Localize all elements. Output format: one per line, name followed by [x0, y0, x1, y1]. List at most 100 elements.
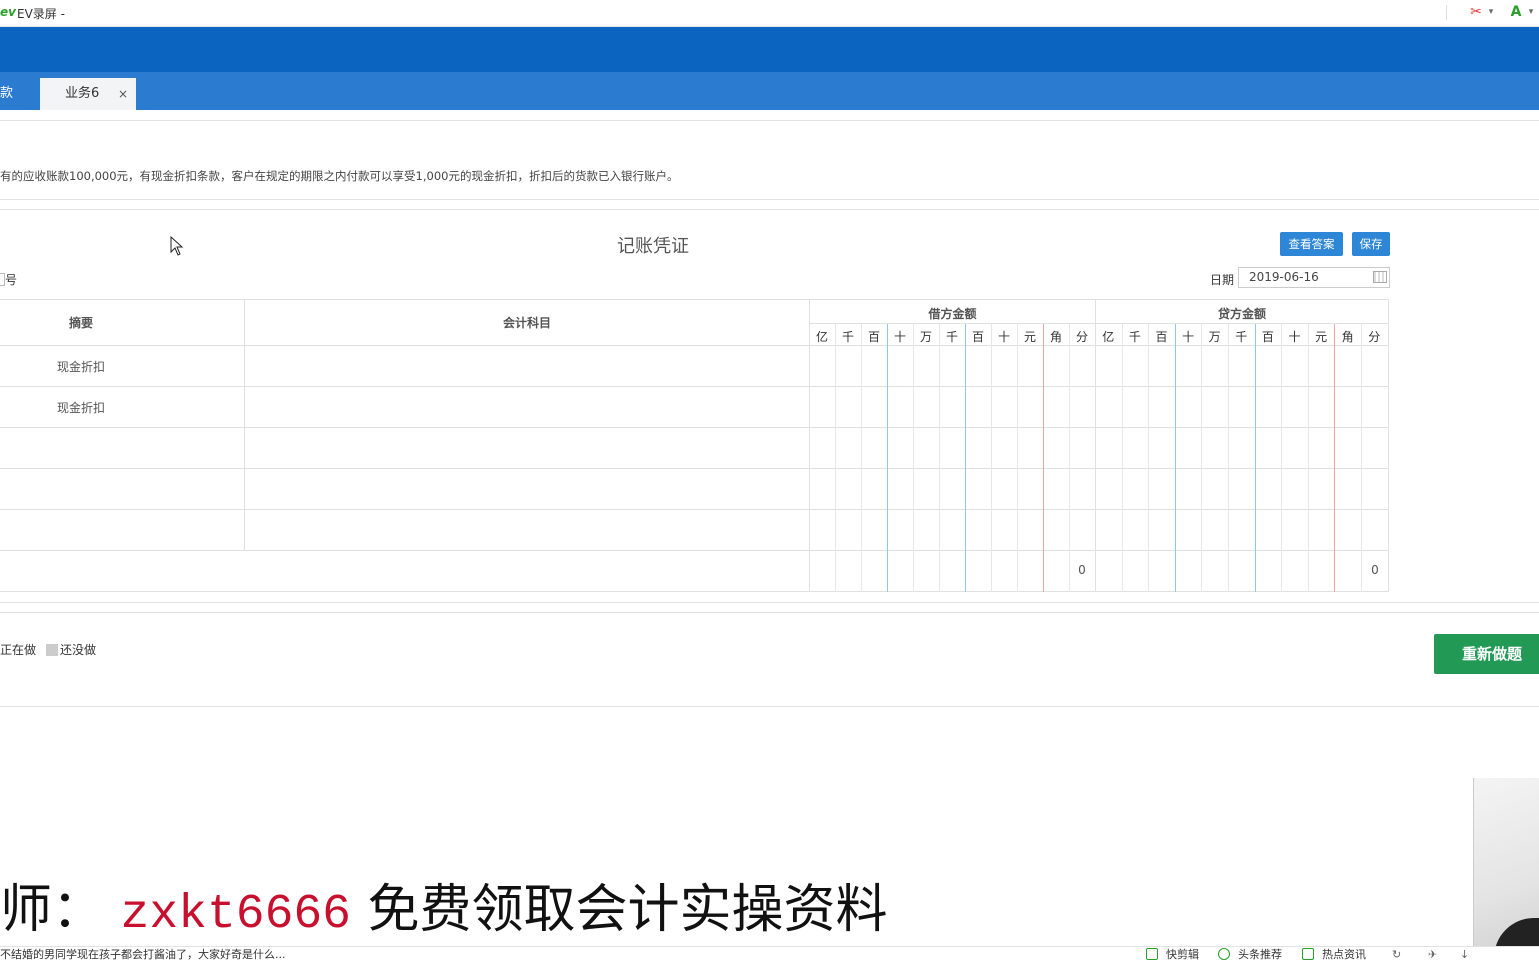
debit-digit-header: 亿: [815, 330, 828, 344]
debit-digit-header: 十: [893, 330, 906, 344]
credit-digit-header: 十: [1182, 330, 1195, 344]
credit-digit-separator: [1334, 324, 1335, 592]
debit-digit-separator: [913, 324, 914, 592]
app-titlebar: ev EV录屏 - ✂ ▾ A ▾: [0, 0, 1539, 27]
debit-digit-header: 千: [841, 330, 854, 344]
credit-digit-header: 角: [1341, 330, 1354, 344]
divider: [0, 706, 1539, 707]
calendar-icon[interactable]: [1373, 271, 1387, 283]
table-border: [0, 299, 1389, 300]
app-title: EV录屏 -: [17, 7, 65, 21]
voucher-title: 记账凭证: [617, 236, 689, 257]
save-button[interactable]: 保存: [1352, 232, 1390, 256]
mouse-cursor-icon: [170, 236, 184, 256]
status-legend: 正在做 还没做: [0, 641, 96, 658]
debit-digit-header: 元: [1023, 330, 1036, 344]
divider: [0, 199, 1539, 200]
debit-digit-separator: [1017, 324, 1018, 592]
task-description: 有的应收账款100,000元，有现金折扣条款，客户在规定的期限之内付款可以享受1…: [0, 169, 679, 183]
tab-business-6[interactable]: 业务6 ×: [40, 78, 136, 110]
table-border: [1388, 299, 1389, 592]
voucher-table: 摘要 会计科目 借方金额 贷方金额 现金折扣 现金折扣 0 0 亿千百十万千百十…: [0, 299, 1389, 592]
debit-digit-header: 百: [867, 330, 880, 344]
titlebar-divider: [1446, 5, 1447, 20]
news-icon: [1302, 948, 1314, 960]
promo-prefix: 师：: [0, 880, 105, 940]
credit-digit-header: 千: [1235, 330, 1248, 344]
credit-digit-header: 十: [1288, 330, 1301, 344]
download-icon[interactable]: ↓: [1460, 947, 1469, 962]
tab-label: 业务6: [65, 86, 100, 101]
credit-digit-header: 百: [1155, 330, 1168, 344]
credit-digit-header: 元: [1315, 330, 1328, 344]
credit-digit-separator: [1228, 324, 1229, 592]
column-header-debit: 借方金额: [928, 307, 977, 321]
status-doing-label: 正在做: [0, 643, 37, 657]
divider: [0, 209, 1539, 210]
header-band: [0, 27, 1539, 72]
tab-bar: 款 业务6 ×: [0, 72, 1539, 110]
debit-digit-header: 万: [919, 330, 932, 344]
voucher-number-label: 号: [0, 271, 17, 288]
debit-digit-separator: [861, 324, 862, 592]
date-label: 日期: [1210, 273, 1235, 287]
table-rule: [0, 386, 1389, 387]
recommend-icon: [1218, 948, 1230, 960]
date-value: 2019-06-16: [1249, 270, 1319, 284]
debit-digit-separator: [991, 324, 992, 592]
webcam-overlay: [1473, 778, 1539, 962]
scissors-icon[interactable]: ✂: [1466, 3, 1486, 21]
tab-previous[interactable]: 款: [0, 78, 38, 110]
credit-digit-separator: [1175, 324, 1176, 592]
debit-digit-header: 分: [1075, 330, 1088, 344]
promo-code: zxkt6666: [120, 888, 351, 942]
redo-question-button[interactable]: 重新做题: [1434, 634, 1539, 674]
hot-news-item[interactable]: 热点资讯: [1302, 947, 1366, 962]
translate-icon[interactable]: A: [1506, 3, 1526, 21]
date-field[interactable]: 2019-06-16: [1238, 267, 1390, 288]
status-not-done-swatch: [46, 644, 59, 656]
credit-digit-separator: [1308, 324, 1309, 592]
promo-caption: 师： zxkt6666 免费领取会计实操资料: [0, 878, 888, 947]
credit-digit-separator: [1201, 324, 1202, 592]
table-rule: [0, 427, 1389, 428]
refresh-icon[interactable]: ↻: [1392, 947, 1401, 962]
debit-digit-separator: [1043, 324, 1044, 592]
close-icon[interactable]: ×: [118, 78, 128, 110]
pin-icon[interactable]: ✈: [1428, 947, 1437, 962]
play-icon: [1146, 948, 1158, 960]
row-2-summary[interactable]: 现金折扣: [0, 399, 162, 416]
credit-digit-separator: [1122, 324, 1123, 592]
credit-digit-header: 百: [1261, 330, 1274, 344]
credit-digit-header: 万: [1208, 330, 1221, 344]
promo-text: 免费领取会计实操资料: [367, 880, 888, 940]
column-header-account: 会计科目: [502, 316, 551, 330]
credit-total: 0: [1371, 563, 1379, 577]
debit-digit-header: 十: [997, 330, 1010, 344]
credit-digit-separator: [1255, 324, 1256, 592]
chevron-down-icon[interactable]: ▾: [1486, 3, 1496, 21]
row-1-summary[interactable]: 现金折扣: [0, 358, 162, 375]
credit-digit-header: 亿: [1102, 330, 1115, 344]
table-rule: [0, 468, 1389, 469]
debit-digit-separator: [887, 324, 888, 592]
chevron-down-icon[interactable]: ▾: [1526, 3, 1536, 21]
debit-digit-separator: [939, 324, 940, 592]
quick-edit-item[interactable]: 快剪辑: [1146, 947, 1199, 962]
view-answer-button[interactable]: 查看答案: [1280, 232, 1343, 256]
credit-digit-header: 分: [1368, 330, 1381, 344]
table-rule: [0, 509, 1389, 510]
debit-digit-header: 角: [1049, 330, 1062, 344]
credit-digit-separator: [1281, 324, 1282, 592]
debit-digit-header: 千: [945, 330, 958, 344]
credit-digit-header: 千: [1128, 330, 1141, 344]
divider: [0, 612, 1539, 613]
table-rule: [244, 299, 245, 550]
divider: [0, 120, 1539, 121]
credit-digit-separator: [1148, 324, 1149, 592]
table-rule: [0, 550, 1389, 551]
news-ticker[interactable]: 不结婚的男同学现在孩子都会打酱油了，大家好奇是什么...: [0, 947, 286, 962]
headline-item[interactable]: 头条推荐: [1218, 947, 1282, 962]
bottom-status-bar: 不结婚的男同学现在孩子都会打酱油了，大家好奇是什么... 快剪辑 头条推荐 热点…: [0, 946, 1539, 962]
table-border: [0, 591, 1389, 592]
